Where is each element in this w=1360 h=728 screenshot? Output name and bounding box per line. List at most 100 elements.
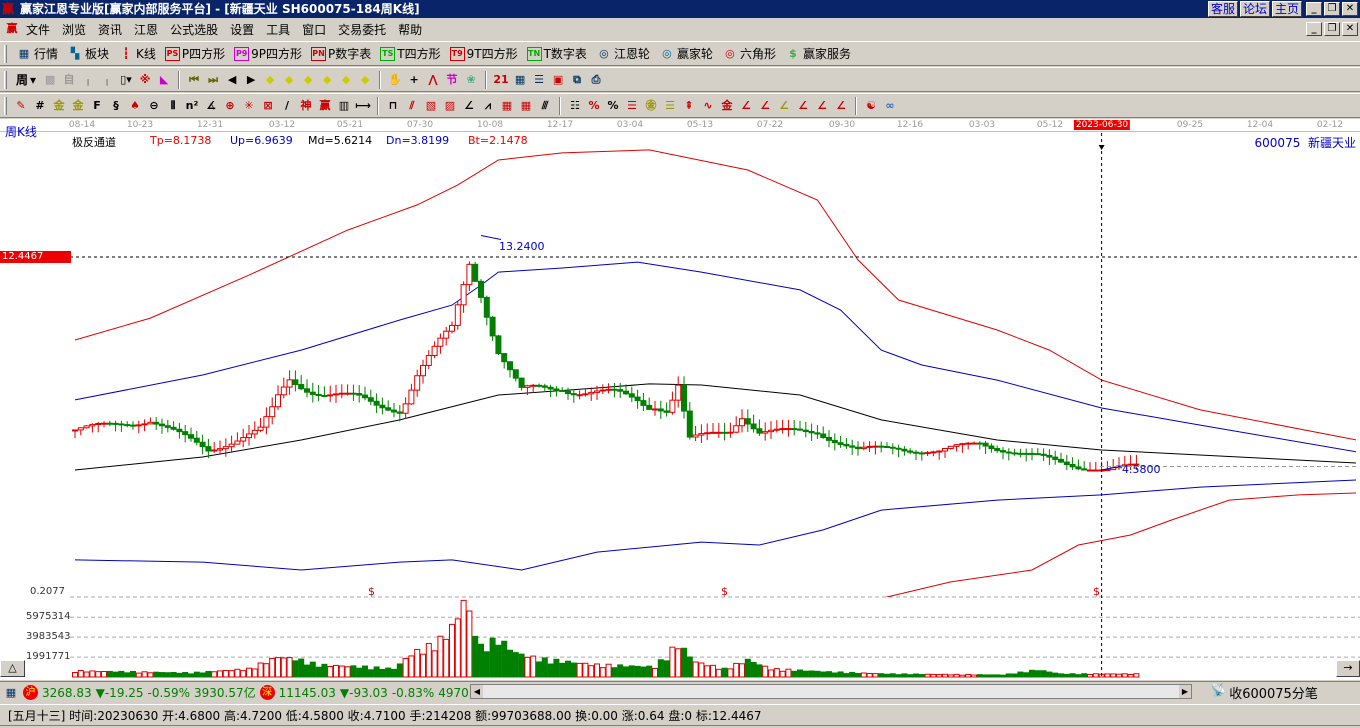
forum-link[interactable]: 论坛 [1239, 1, 1270, 17]
last-icon[interactable]: ⏭ [205, 72, 221, 88]
grid-icon[interactable]: ▩ [42, 72, 58, 88]
wave-icon[interactable]: ∿ [700, 98, 716, 114]
first-icon[interactable]: ⏮ [186, 72, 202, 88]
yinyang-icon[interactable]: ☯ [863, 98, 879, 114]
gann-square-icon[interactable]: ▨ [442, 98, 458, 114]
percent-fan-icon[interactable]: % [586, 98, 602, 114]
table2-icon[interactable]: ☷ [567, 98, 583, 114]
win-icon[interactable]: 赢 [317, 98, 333, 114]
toolbar-grip[interactable] [4, 96, 7, 115]
scroll-right-arrow[interactable]: ▶ [1179, 685, 1191, 698]
fan-icon[interactable]: ♠ [127, 98, 143, 114]
gann-box-icon[interactable]: ▧ [423, 98, 439, 114]
bars3-icon[interactable]: ╻ [80, 72, 96, 88]
gold-circle-icon[interactable]: ㊎ [643, 98, 659, 114]
pen-icon[interactable]: ✎ [13, 98, 29, 114]
zoom-in-icon[interactable]: ◆ [300, 72, 316, 88]
f-angle-icon[interactable]: ∠ [757, 98, 773, 114]
menu-window[interactable]: 窗口 [296, 21, 332, 38]
toolbar-kline[interactable]: ┇ K线 [115, 45, 159, 62]
period-dropdown[interactable]: 周 ▾ [13, 71, 39, 88]
chart-type-icon[interactable]: ※ [137, 72, 153, 88]
cycle-icon[interactable]: ❀ [463, 72, 479, 88]
gold3-icon[interactable]: 金 [719, 98, 735, 114]
circle-icon[interactable]: ⊖ [146, 98, 162, 114]
toolbar-hexagon[interactable]: ◎ 六角形 [719, 45, 779, 62]
minimize-button[interactable]: _ [1306, 2, 1322, 16]
toolbar-gann-wheel[interactable]: ◎ 江恩轮 [593, 45, 653, 62]
menu-settings[interactable]: 设置 [224, 21, 260, 38]
calendar-icon[interactable]: 21 [493, 72, 509, 88]
menu-browse[interactable]: 浏览 [56, 21, 92, 38]
hand-icon[interactable]: ✋ [387, 72, 403, 88]
angle-icon[interactable]: ∡ [203, 98, 219, 114]
infinity-icon[interactable]: ∞ [882, 98, 898, 114]
ticker-scrollbar[interactable]: ◀ ▶ [470, 684, 1192, 699]
chart-canvas[interactable] [0, 119, 1360, 680]
festival-icon[interactable]: 节 [444, 72, 460, 88]
ruler-icon[interactable]: ▥ [336, 98, 352, 114]
toolbar-ps[interactable]: PS P四方形 [162, 45, 228, 62]
god-icon[interactable]: 神 [298, 98, 314, 114]
kline-chart[interactable]: 08-14 10-23 12-31 03-12 05-21 07-30 10-08 12-17… [0, 119, 1360, 680]
toolbar-grip[interactable] [4, 70, 7, 89]
toolbar-blocks[interactable]: ▚ 板块 [64, 45, 112, 62]
scroll-right-button[interactable]: → [1336, 660, 1360, 677]
toolbar-pn[interactable]: PN P数字表 [308, 45, 374, 62]
slash-icon[interactable]: / [279, 98, 295, 114]
next-icon[interactable]: ▶ [243, 72, 259, 88]
square-icon[interactable]: ⊠ [260, 98, 276, 114]
menu-help[interactable]: 帮助 [392, 21, 428, 38]
parallel-icon[interactable]: ⫻ [537, 98, 553, 114]
target-icon[interactable]: ⊕ [222, 98, 238, 114]
calculator-icon[interactable]: ▦ [512, 72, 528, 88]
gold-angle-icon[interactable]: ∠ [776, 98, 792, 114]
grid-lines-icon[interactable]: # [32, 98, 48, 114]
menu-trade[interactable]: 交易委托 [332, 21, 392, 38]
bars9-icon[interactable]: ╻ [99, 72, 115, 88]
menu-formula[interactable]: 公式选股 [164, 21, 224, 38]
self-icon[interactable]: 自 [61, 72, 77, 88]
quote-table-icon[interactable]: ▦ [3, 685, 19, 701]
toolbar-grip[interactable] [4, 44, 7, 63]
scroll-left-arrow[interactable]: ◀ [471, 685, 483, 698]
j-angle-icon[interactable]: ∠ [738, 98, 754, 114]
percent-icon[interactable]: % [605, 98, 621, 114]
measure-icon[interactable]: ⟼ [355, 98, 371, 114]
shrink-icon[interactable]: ◆ [357, 72, 373, 88]
home-link[interactable]: 主页 [1271, 1, 1302, 17]
grid-red2-icon[interactable]: ▦ [518, 98, 534, 114]
expand-panel-button[interactable]: △ [0, 660, 25, 677]
f-icon[interactable]: F [89, 98, 105, 114]
menu-gann[interactable]: 江恩 [128, 21, 164, 38]
toolbar-p9[interactable]: P9 9P四方形 [231, 45, 305, 62]
toolbar-winner-wheel[interactable]: ◎ 赢家轮 [656, 45, 716, 62]
grid-red-icon[interactable]: ▦ [499, 98, 515, 114]
crosshair-icon[interactable]: + [406, 72, 422, 88]
gold-lines-icon[interactable]: ☰ [662, 98, 678, 114]
restore-button[interactable]: ❐ [1324, 2, 1340, 16]
menu-tools[interactable]: 工具 [260, 21, 296, 38]
notes-icon[interactable]: ☰ [531, 72, 547, 88]
toolbar-table[interactable]: ▦ 行情 [13, 45, 61, 62]
four-angle-icon[interactable]: ∠ [833, 98, 849, 114]
win-angle-icon[interactable]: ∠ [814, 98, 830, 114]
box-icon[interactable]: ⊓ [385, 98, 401, 114]
lines-icon[interactable]: ⫴ [165, 98, 181, 114]
network-icon[interactable]: ⧉ [569, 72, 585, 88]
candle-type-icon[interactable]: ▯▾ [118, 72, 134, 88]
fan-lines-icon[interactable]: ⫽ [404, 98, 420, 114]
data-receive-status[interactable]: 📡 收600075分笔 [1210, 683, 1318, 702]
line-icon[interactable]: ⋀ [425, 72, 441, 88]
zigzag-icon[interactable]: ⩘ [480, 98, 496, 114]
menu-news[interactable]: 资讯 [92, 21, 128, 38]
child-minimize-button[interactable]: _ [1306, 22, 1322, 36]
god-angle-icon[interactable]: ∠ [795, 98, 811, 114]
close-button[interactable]: ✕ [1342, 2, 1358, 16]
prev-icon[interactable]: ◀ [224, 72, 240, 88]
toolbar-t9[interactable]: T9 9T四方形 [447, 45, 521, 62]
toolbar-tn[interactable]: TN T数字表 [524, 45, 590, 62]
n2-icon[interactable]: n² [184, 98, 200, 114]
spiral-icon[interactable]: § [108, 98, 124, 114]
expand-icon[interactable]: ◆ [338, 72, 354, 88]
